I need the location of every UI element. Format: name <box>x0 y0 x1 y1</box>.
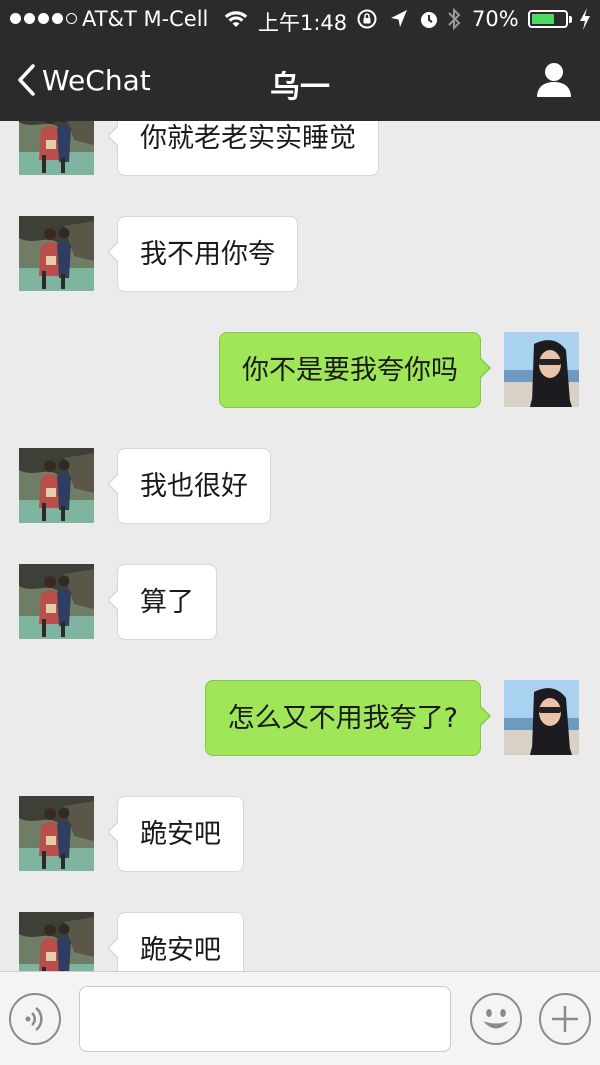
status-time: 上午1:48 <box>258 11 348 35</box>
rotation-lock-icon <box>356 8 378 35</box>
contact-avatar[interactable] <box>19 912 94 971</box>
signal-strength-icon <box>10 13 77 24</box>
voice-input-button[interactable] <box>8 992 62 1046</box>
message-input-bar <box>0 971 600 1065</box>
contact-avatar[interactable] <box>19 448 94 523</box>
voice-icon <box>9 993 61 1045</box>
chat-message-list[interactable]: 你就老老实实睡觉 我不用你夸 你不是要我夸你吗 我也很好 算了 怎么又不用我夸了… <box>0 121 600 971</box>
message-bubble[interactable]: 跪安吧 <box>107 912 244 971</box>
emoji-button[interactable] <box>469 992 523 1046</box>
status-bar: AT&T M-Cell 上午1:48 70% <box>0 0 600 40</box>
battery-icon <box>528 10 572 28</box>
contact-avatar[interactable] <box>19 216 94 291</box>
location-arrow-icon <box>389 8 409 35</box>
contact-avatar[interactable] <box>19 796 94 871</box>
wifi-icon <box>224 9 248 34</box>
bluetooth-icon <box>446 6 462 37</box>
contact-avatar[interactable] <box>19 564 94 639</box>
more-options-button[interactable] <box>538 992 592 1046</box>
battery-percentage: 70% <box>472 7 519 31</box>
navigation-bar: WeChat 乌一 <box>0 40 600 121</box>
message-bubble[interactable]: 你就老老实实睡觉 <box>107 121 379 176</box>
person-icon <box>537 63 571 97</box>
message-outgoing: 你不是要我夸你吗 <box>0 332 600 408</box>
signal-dot <box>66 13 77 24</box>
message-bubble[interactable]: 我不用你夸 <box>107 216 298 292</box>
message-bubble[interactable]: 我也很好 <box>107 448 271 524</box>
wechat-chat-screen: AT&T M-Cell 上午1:48 70% WeChat 乌一 你就老老实实睡… <box>0 0 600 1065</box>
my-avatar[interactable] <box>504 680 579 755</box>
plus-icon <box>539 993 591 1045</box>
message-outgoing: 怎么又不用我夸了? <box>0 680 600 756</box>
signal-dot <box>10 13 21 24</box>
my-avatar[interactable] <box>504 332 579 407</box>
emoji-icon <box>470 993 522 1045</box>
message-bubble[interactable]: 你不是要我夸你吗 <box>219 332 491 408</box>
signal-dot <box>38 13 49 24</box>
message-bubble[interactable]: 跪安吧 <box>107 796 244 872</box>
signal-dot <box>52 13 63 24</box>
message-text-input[interactable] <box>79 986 451 1052</box>
signal-dot <box>24 13 35 24</box>
alarm-clock-icon <box>418 8 440 35</box>
carrier-name: AT&T M-Cell <box>82 7 209 31</box>
contact-profile-button[interactable] <box>534 60 574 100</box>
charging-bolt-icon <box>578 7 592 36</box>
chat-title: 乌一 <box>270 70 330 105</box>
battery-level <box>532 14 554 24</box>
message-bubble[interactable]: 怎么又不用我夸了? <box>204 680 492 756</box>
message-bubble[interactable]: 算了 <box>107 564 217 640</box>
contact-avatar[interactable] <box>19 121 94 175</box>
